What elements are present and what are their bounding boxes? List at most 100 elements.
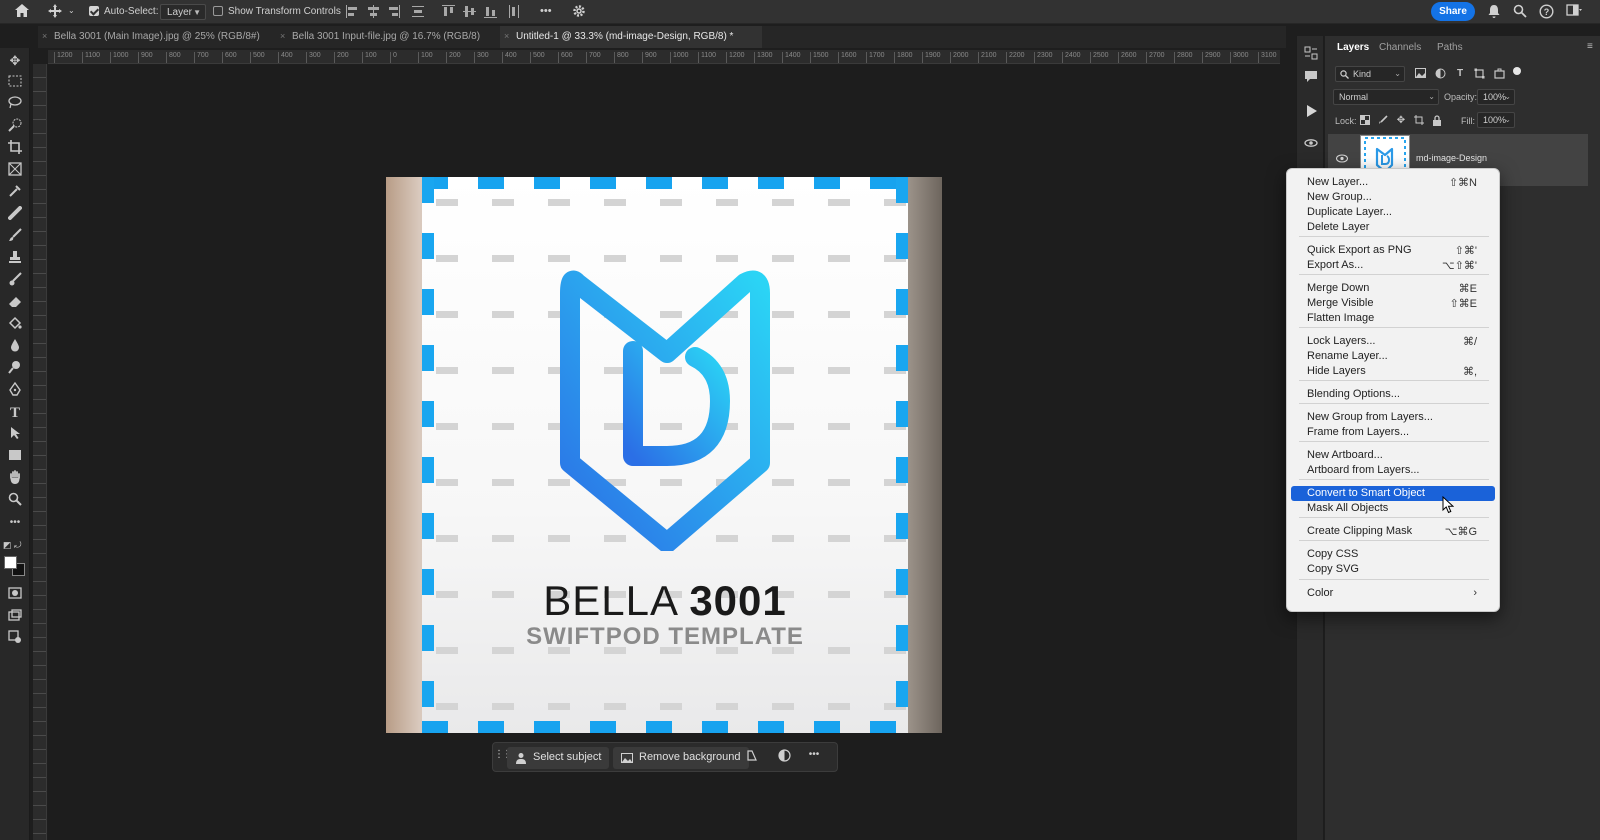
opacity-input[interactable]: 100% ⌄ (1477, 89, 1515, 105)
frame-tool-icon[interactable] (5, 162, 25, 180)
menu-item-new-layer[interactable]: New Layer... ⇧⌘N (1291, 175, 1495, 190)
menu-item-convert-to-smart-object[interactable]: Convert to Smart Object (1291, 486, 1495, 501)
lock-position-icon[interactable]: ✥ (1395, 115, 1407, 127)
align-bottom-icon[interactable] (484, 5, 497, 18)
menu-item-new-group-from-layers[interactable]: New Group from Layers... (1291, 410, 1495, 425)
move-tool-icon[interactable] (48, 4, 62, 21)
distribute-icon[interactable] (412, 5, 424, 18)
distribute-vertical-icon[interactable] (508, 5, 520, 18)
search-icon[interactable] (1513, 4, 1527, 21)
align-left-icon[interactable] (346, 5, 358, 18)
home-icon[interactable] (14, 3, 30, 21)
filter-shape-icon[interactable] (1473, 68, 1485, 80)
rectangle-tool-icon[interactable] (5, 448, 25, 466)
drag-handle-icon[interactable]: ⋮⋮ (494, 749, 512, 767)
move-tool-icon[interactable]: ✥ (5, 52, 25, 70)
menu-item-artboard-from-layers[interactable]: Artboard from Layers... (1291, 463, 1495, 478)
dodge-tool-icon[interactable] (5, 360, 25, 378)
blend-mode-dropdown[interactable]: Normal ⌄ (1333, 89, 1439, 105)
layer-comps-icon[interactable] (1302, 136, 1320, 154)
align-right-icon[interactable] (388, 5, 400, 18)
workspace-icon[interactable] (1566, 4, 1582, 20)
menu-item-rename-layer[interactable]: Rename Layer... (1291, 349, 1495, 364)
actions-play-icon[interactable] (1302, 104, 1320, 122)
menu-item-copy-svg[interactable]: Copy SVG (1291, 562, 1495, 577)
panel-menu-icon[interactable]: ≡ (1587, 41, 1593, 52)
auto-select-target-dropdown[interactable]: Layer ▼ (160, 4, 206, 20)
menu-item-copy-css[interactable]: Copy CSS (1291, 547, 1495, 562)
menu-item-quick-export-as-png[interactable]: Quick Export as PNG ⇧⌘' (1291, 243, 1495, 258)
document-canvas[interactable]: BELLA 3001 SWIFTPOD TEMPLATE (386, 177, 942, 733)
menu-item-merge-down[interactable]: Merge Down ⌘E (1291, 281, 1495, 296)
visibility-eye-icon[interactable] (1335, 154, 1349, 166)
fill-input[interactable]: 100% ⌄ (1477, 112, 1515, 128)
quick-selection-tool-icon[interactable] (5, 118, 25, 136)
menu-item-color[interactable]: Color › (1291, 586, 1495, 601)
menu-item-blending-options[interactable]: Blending Options... (1291, 387, 1495, 402)
menu-item-create-clipping-mask[interactable]: Create Clipping Mask ⌥⌘G (1291, 524, 1495, 539)
close-icon[interactable]: × (280, 31, 285, 41)
menu-item-delete-layer[interactable]: Delete Layer (1291, 220, 1495, 235)
gear-icon[interactable] (572, 4, 586, 21)
crop-tool-icon[interactable] (5, 140, 25, 158)
screen-mode-icon[interactable] (5, 608, 25, 626)
tab-untitled-1[interactable]: × Untitled-1 @ 33.3% (md-image-Design, R… (500, 26, 762, 48)
menu-item-merge-visible[interactable]: Merge Visible ⇧⌘E (1291, 296, 1495, 311)
tab-bella-main-image[interactable]: × Bella 3001 (Main Image).jpg @ 25% (RGB… (38, 26, 276, 48)
menu-item-flatten-image[interactable]: Flatten Image (1291, 311, 1495, 326)
close-icon[interactable]: × (42, 31, 47, 41)
lock-image-pixels-icon[interactable] (1377, 115, 1389, 127)
align-top-icon[interactable] (442, 5, 455, 18)
properties-icon[interactable] (1302, 46, 1320, 64)
align-middle-vertical-icon[interactable] (463, 5, 476, 18)
lock-transparent-pixels-icon[interactable] (1359, 115, 1371, 127)
menu-item-hide-layers[interactable]: Hide Layers ⌘, (1291, 364, 1495, 379)
foreground-color-swatch[interactable] (4, 556, 17, 569)
menu-item-duplicate-layer[interactable]: Duplicate Layer... (1291, 205, 1495, 220)
show-transform-checkbox[interactable] (213, 6, 223, 16)
menu-item-mask-all-objects[interactable]: Mask All Objects (1291, 501, 1495, 516)
type-tool-icon[interactable]: T (5, 404, 25, 422)
share-for-review-icon[interactable] (5, 630, 25, 648)
auto-select-checkbox[interactable] (89, 6, 99, 16)
eyedropper-tool-icon[interactable] (5, 184, 25, 202)
align-center-horizontal-icon[interactable] (367, 5, 379, 18)
transform-icon[interactable] (743, 749, 761, 767)
path-selection-tool-icon[interactable] (5, 426, 25, 444)
menu-item-new-group[interactable]: New Group... (1291, 190, 1495, 205)
pen-tool-icon[interactable] (5, 381, 25, 400)
tab-channels[interactable]: Channels (1379, 42, 1421, 53)
filter-toggle-icon[interactable] (1511, 66, 1523, 78)
menu-item-frame-from-layers[interactable]: Frame from Layers... (1291, 425, 1495, 440)
share-button[interactable]: Share (1431, 2, 1475, 21)
filter-type-icon[interactable]: T (1454, 68, 1466, 80)
remove-background-button[interactable]: Remove background (613, 747, 749, 769)
tab-bella-input-file[interactable]: × Bella 3001 Input-file.jpg @ 16.7% (RGB… (276, 26, 500, 48)
quick-mask-icon[interactable] (5, 586, 25, 604)
lock-artboard-icon[interactable] (1413, 115, 1425, 127)
lock-all-icon[interactable] (1431, 115, 1443, 127)
select-subject-button[interactable]: Select subject (507, 747, 610, 769)
comments-icon[interactable] (1302, 70, 1320, 88)
layer-filter-kind-dropdown[interactable]: Kind ⌄ (1335, 66, 1405, 82)
menu-item-export-as[interactable]: Export As... ⌥⇧⌘' (1291, 258, 1495, 273)
more-options-button[interactable]: ••• (805, 749, 823, 767)
filter-pixel-icon[interactable] (1414, 68, 1426, 80)
lasso-tool-icon[interactable] (5, 96, 25, 114)
healing-brush-tool-icon[interactable] (5, 206, 25, 224)
more-tools-icon[interactable]: ••• (5, 514, 25, 532)
adjustment-icon[interactable] (775, 749, 793, 767)
eraser-tool-icon[interactable] (5, 294, 25, 312)
history-brush-tool-icon[interactable] (5, 272, 25, 290)
tab-paths[interactable]: Paths (1437, 42, 1463, 53)
hand-tool-icon[interactable] (5, 470, 25, 488)
help-icon[interactable]: ? (1539, 4, 1554, 22)
brush-tool-icon[interactable] (5, 228, 25, 246)
zoom-tool-icon[interactable] (5, 492, 25, 510)
clone-stamp-tool-icon[interactable] (5, 250, 25, 268)
paint-bucket-tool-icon[interactable] (5, 316, 25, 334)
chevron-down-icon[interactable]: ⌄ (68, 6, 75, 15)
more-options-button[interactable]: ••• (540, 5, 552, 17)
filter-adjustment-icon[interactable] (1434, 68, 1446, 80)
filter-smart-object-icon[interactable] (1493, 68, 1505, 80)
